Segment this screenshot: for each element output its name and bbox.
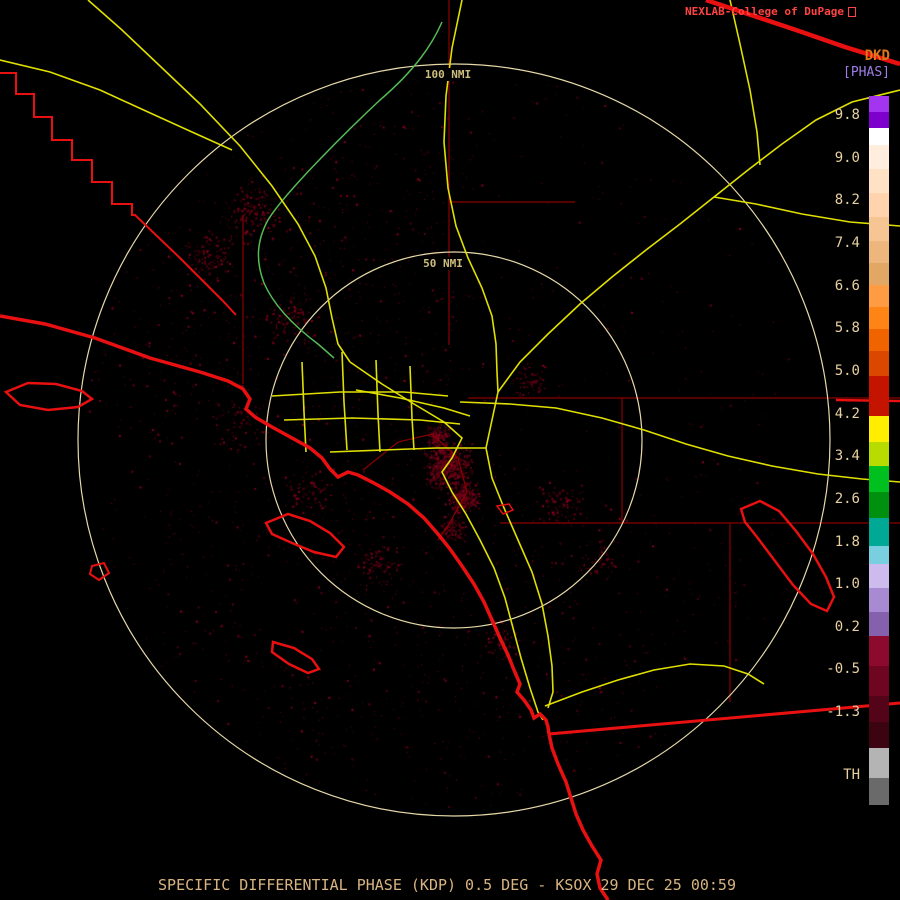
range-ring-label-100nmi: 100 NMI xyxy=(422,68,474,81)
colorbar-tick-label: 4.2 xyxy=(834,405,860,422)
map-overlay-svg xyxy=(0,0,900,900)
road-basin-grid-7 xyxy=(409,365,415,451)
aqueduct-river-path xyxy=(257,21,443,359)
colorbar-segment xyxy=(869,588,889,612)
salton-sea xyxy=(739,499,836,613)
colorbar-segment xyxy=(869,722,889,748)
range-ring-label-50nmi: 50 NMI xyxy=(421,257,465,270)
island-catalina xyxy=(264,512,346,559)
colorbar-segment xyxy=(869,307,889,329)
radar-display: NEXLAB-College of DuPage DKD [PHAS] 9.8 9… xyxy=(0,0,900,900)
colorbar-threshold-label: TH xyxy=(843,767,860,783)
colorbar-segment xyxy=(869,128,889,145)
highway-lines xyxy=(0,0,900,721)
range-rings xyxy=(77,63,831,817)
coastline-main xyxy=(0,314,551,735)
colorbar-tick-label: 6.6 xyxy=(834,277,860,294)
road-basin-grid-1 xyxy=(271,391,449,397)
road-basin-grid-5 xyxy=(341,351,348,451)
boundary-staircase-northwest xyxy=(0,72,237,316)
colorbar-tick-label: 9.0 xyxy=(834,149,860,166)
colorbar-tick-label: 7.4 xyxy=(834,234,860,251)
colorbar-segment xyxy=(869,241,889,263)
colorbar-segment xyxy=(869,778,889,805)
colorbar-segment xyxy=(869,112,889,128)
island-channel xyxy=(3,381,95,412)
colorbar-segment xyxy=(869,466,889,492)
colorbar-segment xyxy=(869,145,889,169)
colorbar-tick-label: 1.0 xyxy=(834,576,860,593)
colorbar-segment xyxy=(869,376,889,416)
colorbar-segment xyxy=(869,285,889,307)
colorbar-segment xyxy=(869,636,889,666)
road-sr14 xyxy=(443,0,499,393)
road-i15-south xyxy=(485,391,554,709)
colorbar-tick-label: 9.8 xyxy=(834,107,860,123)
colorbar-tick-label: 0.2 xyxy=(834,618,860,635)
colorbar-segment xyxy=(869,169,889,193)
colorbar-segment xyxy=(869,546,889,564)
colorbar-tick-label: 5.0 xyxy=(834,362,860,379)
colorbar-segment xyxy=(869,96,889,112)
range-ring-50nmi xyxy=(265,251,643,629)
colorbar-tick-label: 2.6 xyxy=(834,490,860,507)
colorbar-tick-label: -0.5 xyxy=(826,661,860,678)
colorbar-segment xyxy=(869,518,889,546)
road-basin-grid-2 xyxy=(283,417,461,425)
nexlab-logo-glyph xyxy=(848,7,856,17)
colorbar-segment xyxy=(869,612,889,636)
river-lines xyxy=(257,21,443,359)
colorbar-segment xyxy=(869,351,889,376)
colorbar-segment xyxy=(869,696,889,722)
colorbar-segment xyxy=(869,442,889,466)
colorbar-segment xyxy=(869,748,889,778)
colorbar-tick-label: 5.8 xyxy=(834,320,860,337)
road-basin-grid-3 xyxy=(329,447,486,453)
colorbar-segment xyxy=(869,416,889,442)
road-basin-grid-4 xyxy=(301,361,307,453)
product-code-label: DKD xyxy=(864,48,890,64)
range-ring-100nmi xyxy=(77,63,831,817)
colorbar-segment xyxy=(869,492,889,518)
nexlab-brand: NEXLAB-College of DuPage xyxy=(685,5,856,18)
colorbar-segment xyxy=(869,193,889,217)
nexlab-brand-text: NEXLAB-College of DuPage xyxy=(685,5,844,18)
road-north-entry xyxy=(729,0,761,166)
colorbar-segment xyxy=(869,329,889,351)
colorbar-segment xyxy=(869,217,889,241)
colorbar-segment xyxy=(869,666,889,696)
colorbar-tick-label: 8.2 xyxy=(834,192,860,209)
island-san-clemente xyxy=(270,640,321,675)
colorbar-segment xyxy=(869,263,889,285)
colorbar-tick-label: 1.8 xyxy=(834,533,860,550)
product-tag-label: [PHAS] xyxy=(843,65,890,80)
product-caption: SPECIFIC DIFFERENTIAL PHASE (KDP) 0.5 DE… xyxy=(158,876,736,894)
road-i8-east xyxy=(544,663,765,707)
county-border-lines xyxy=(242,0,900,702)
road-i5-north xyxy=(87,0,351,363)
river-segment-east xyxy=(835,398,900,403)
colorbar-tick-label: 3.4 xyxy=(834,448,860,465)
road-basin-grid-6 xyxy=(375,359,381,453)
colorbar-tick-label: -1.3 xyxy=(826,704,860,721)
colorbar xyxy=(869,96,889,805)
colorbar-segment xyxy=(869,564,889,588)
